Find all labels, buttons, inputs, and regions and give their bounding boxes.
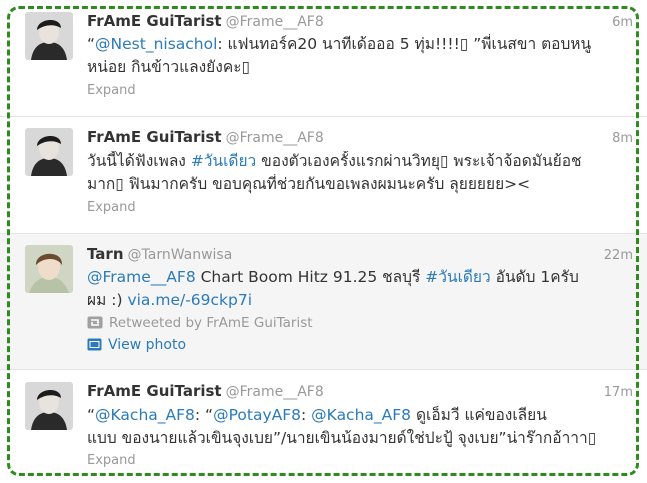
tweet-text-line-2: มาก▯ ฟินมากครับ ขอบคุณที่ช่วยกันขอเพลงผม… bbox=[87, 174, 635, 195]
tweet-text-line-2: แบบ ของนายแล้วเขินจุงเบย”/นายเขินน้องมาย… bbox=[87, 428, 635, 449]
tweet-text-line-2: ผม :) via.me/-69ckp7i bbox=[87, 290, 635, 311]
tweet-text-line-1: “@Nest_nisachol: แฟนทอร์ค20 นาทีเด้อออ 5… bbox=[87, 34, 635, 55]
author-handle[interactable]: @Frame__AF8 bbox=[226, 130, 324, 146]
mention-link[interactable]: @PotayAF8 bbox=[213, 406, 301, 424]
author-display-name[interactable]: FrAmE GuiTarist bbox=[87, 12, 222, 30]
hashtag-link[interactable]: #วันเดียว bbox=[191, 152, 256, 170]
url-link[interactable]: via.me/-69ckp7i bbox=[127, 291, 252, 309]
tweet-text: : bbox=[301, 406, 312, 424]
tweet-text: อันดับ 1ครับ bbox=[490, 268, 579, 286]
expand-link[interactable]: Expand bbox=[87, 83, 136, 98]
tweet-text: : “ bbox=[194, 406, 214, 424]
tweet-text: ผม :) bbox=[87, 291, 128, 309]
author-name[interactable]: FrAmE GuiTarist @Frame__AF8 bbox=[87, 128, 324, 146]
view-photo-label[interactable]: View photo bbox=[108, 337, 186, 353]
tweet-item[interactable]: FrAmE GuiTarist @Frame__AF8 17m “@Kacha_A… bbox=[0, 370, 647, 483]
author-handle[interactable]: @TarnWanwisa bbox=[128, 247, 233, 263]
view-photo-link[interactable]: View photo bbox=[87, 337, 186, 355]
hashtag-link[interactable]: #วันเดียว bbox=[425, 268, 490, 286]
tweet-text: ดูเอ็มวี แค่ของเลียน bbox=[411, 406, 547, 424]
avatar[interactable] bbox=[25, 382, 73, 430]
tweet-timestamp[interactable]: 8m bbox=[612, 131, 633, 146]
tweet-text-line-1: @Frame__AF8 Chart Boom Hitz 91.25 ชลบุรี… bbox=[87, 267, 635, 288]
author-name[interactable]: Tarn @TarnWanwisa bbox=[87, 245, 232, 263]
author-handle[interactable]: @Frame__AF8 bbox=[226, 384, 324, 400]
avatar[interactable] bbox=[25, 245, 73, 293]
tweet-text-line-1: วันนี้ได้ฟังเพลง #วันเดียว ของตัวเองครั้… bbox=[87, 151, 635, 172]
tweet-text: Chart Boom Hitz 91.25 ชลบุรี bbox=[195, 268, 426, 286]
expand-link[interactable]: Expand bbox=[87, 200, 136, 215]
expand-link[interactable]: Expand bbox=[87, 453, 136, 468]
tweet-text: ของตัวเองครั้งแรกผ่านวิทยุ▯ พระเจ้าจ้อดม… bbox=[256, 152, 582, 170]
tweet-text: มาก▯ ฟินมากครับ ขอบคุณที่ช่วยกันขอเพลงผม… bbox=[87, 175, 531, 193]
tweet-text-line-2: หน่อย กินข้าวแลงยังคะ▯ bbox=[87, 57, 635, 78]
mention-link[interactable]: @Nest_nisachol bbox=[95, 35, 217, 53]
retweet-icon bbox=[87, 316, 103, 333]
tweet-text: วันนี้ได้ฟังเพลง bbox=[87, 152, 191, 170]
tweet-text-line-1: “@Kacha_AF8: “@PotayAF8: @Kacha_AF8 ดูเอ… bbox=[87, 405, 635, 426]
tweet-item[interactable]: FrAmE GuiTarist @Frame__AF8 8m วันนี้ได้ฟ… bbox=[0, 117, 647, 234]
tweet-text: แบบ ของนายแล้วเขินจุงเบย”/นายเขินน้องมาย… bbox=[87, 429, 597, 447]
mention-link[interactable]: @Frame__AF8 bbox=[87, 268, 196, 286]
mention-link[interactable]: @Kacha_AF8 bbox=[311, 406, 411, 424]
avatar[interactable] bbox=[25, 128, 73, 176]
tweet-text: : แฟนทอร์ค20 นาทีเด้อออ 5 ทุ่ม!!!!▯ ”พี่… bbox=[217, 35, 592, 53]
author-display-name[interactable]: FrAmE GuiTarist bbox=[87, 128, 222, 146]
tweet-item[interactable]: FrAmE GuiTarist @Frame__AF8 6m “@Nest_nis… bbox=[0, 0, 647, 117]
author-display-name[interactable]: FrAmE GuiTarist bbox=[87, 382, 222, 400]
tweet-item[interactable]: Tarn @TarnWanwisa 22m @Frame__AF8 Chart B… bbox=[0, 234, 647, 370]
author-display-name[interactable]: Tarn bbox=[87, 245, 124, 263]
retweeted-by: Retweeted by FrAmE GuiTarist bbox=[87, 315, 313, 333]
photo-icon bbox=[87, 338, 102, 355]
retweeted-by-text[interactable]: Retweeted by FrAmE GuiTarist bbox=[109, 315, 313, 331]
tweet-timestamp[interactable]: 17m bbox=[604, 385, 633, 400]
avatar[interactable] bbox=[25, 12, 73, 60]
tweet-text: “ bbox=[87, 35, 96, 53]
mention-link[interactable]: @Kacha_AF8 bbox=[95, 406, 195, 424]
author-name[interactable]: FrAmE GuiTarist @Frame__AF8 bbox=[87, 382, 324, 400]
tweet-text: หน่อย กินข้าวแลงยังคะ▯ bbox=[87, 58, 251, 76]
author-name[interactable]: FrAmE GuiTarist @Frame__AF8 bbox=[87, 12, 324, 30]
tweet-text: “ bbox=[87, 406, 96, 424]
author-handle[interactable]: @Frame__AF8 bbox=[226, 14, 324, 30]
tweet-timestamp[interactable]: 6m bbox=[612, 15, 633, 30]
tweet-timestamp[interactable]: 22m bbox=[604, 248, 633, 263]
